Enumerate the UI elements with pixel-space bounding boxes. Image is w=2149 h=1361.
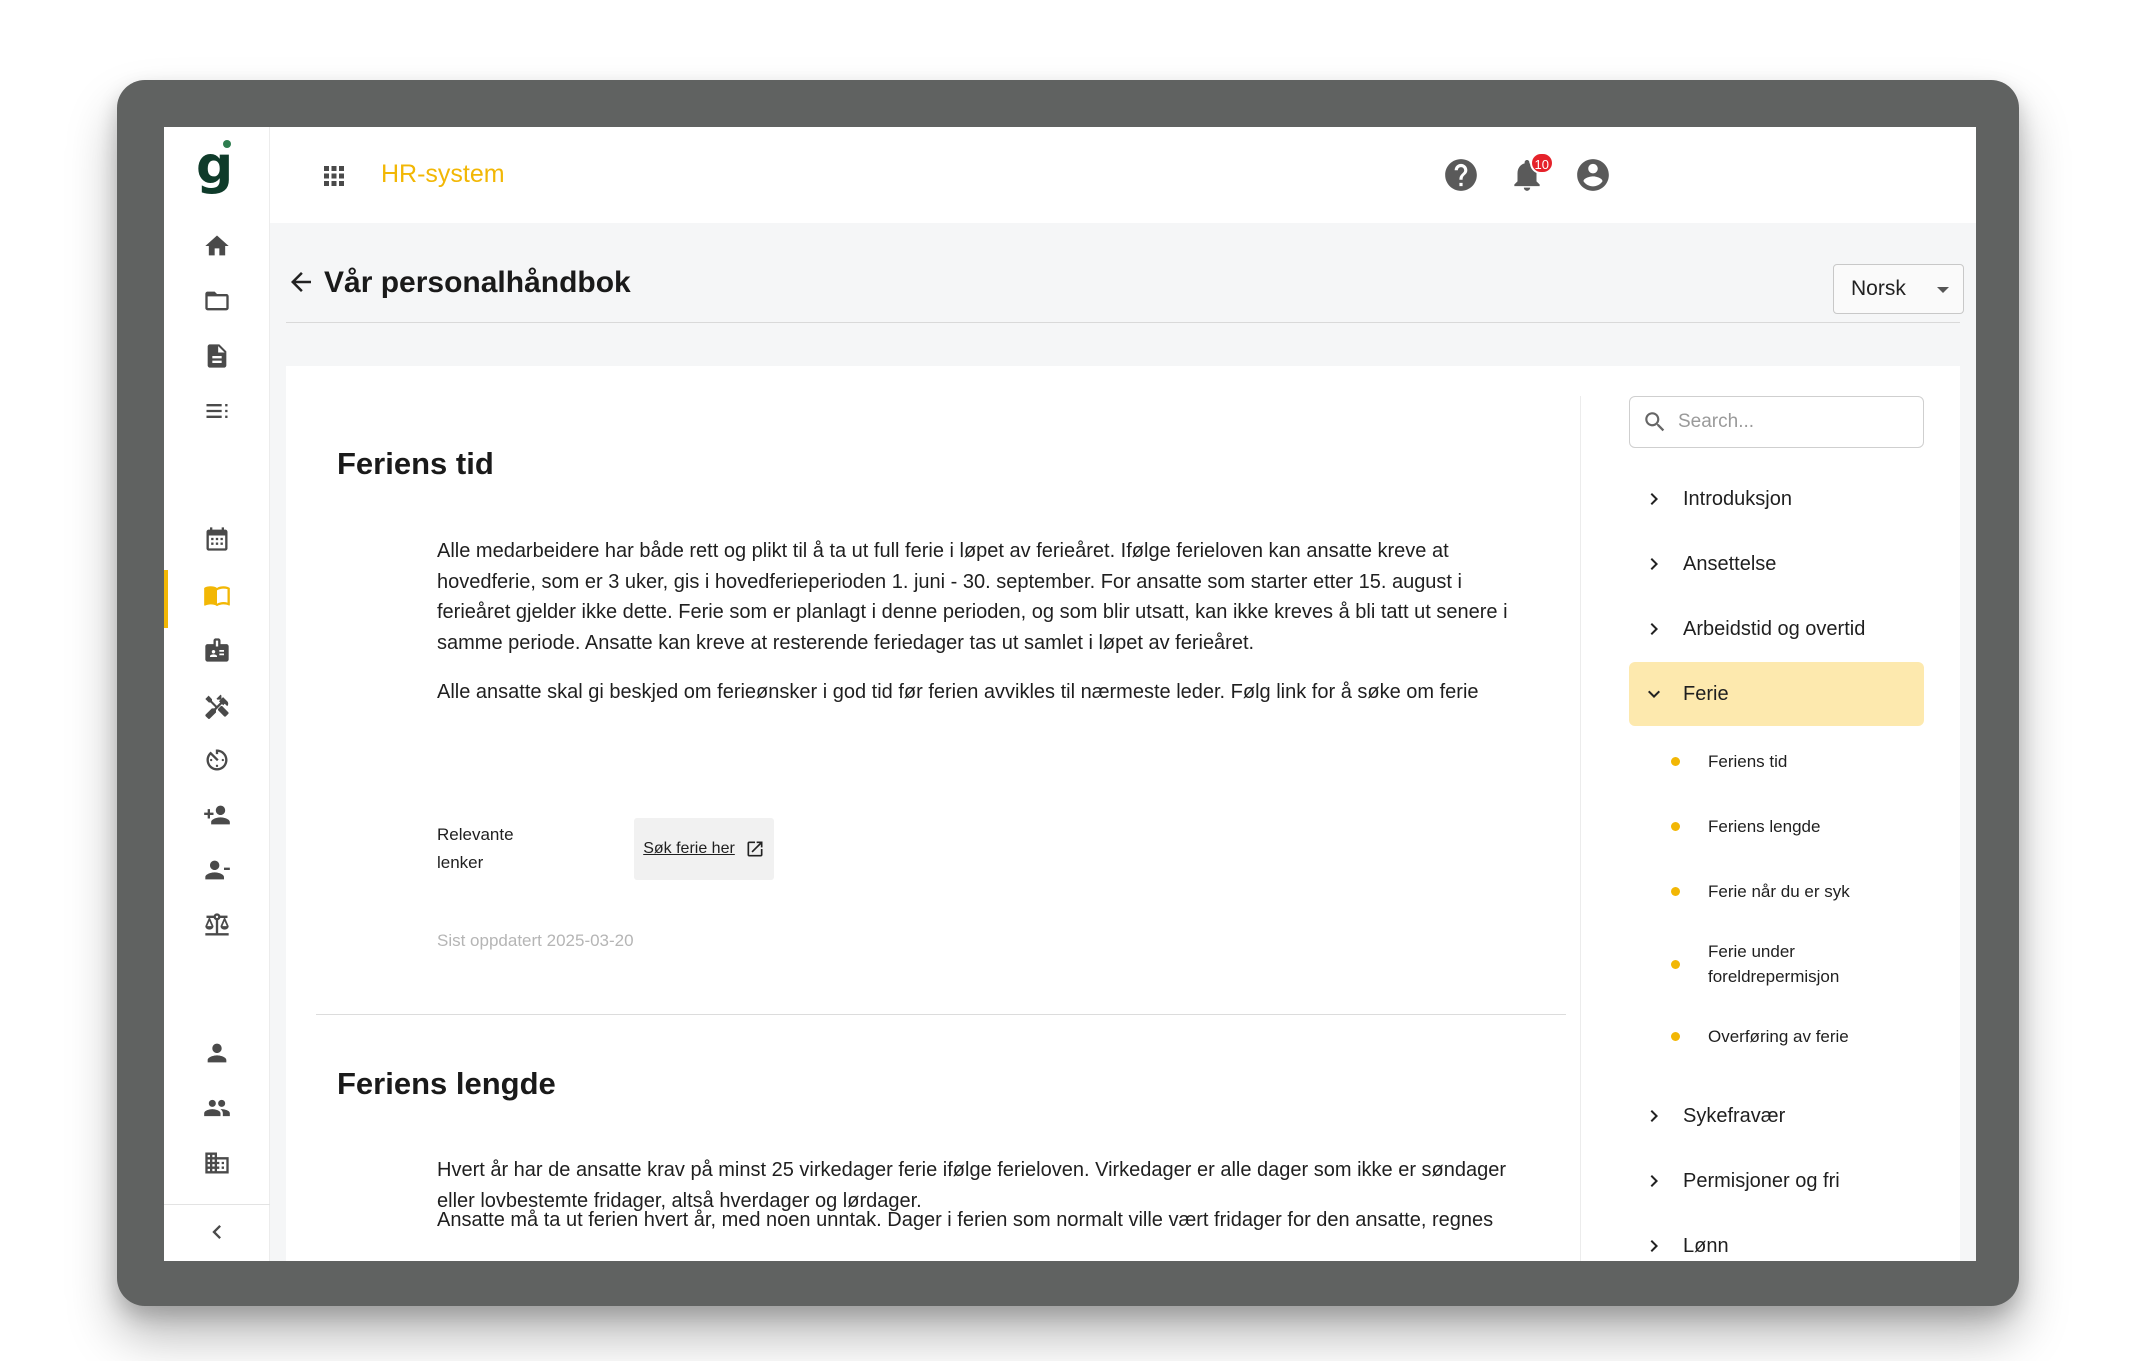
chevron-right-icon [1642,617,1666,641]
main-content: Vår personalhåndbok Norsk Feriens tid Al… [270,223,1976,1261]
toc-subitem-label: Ferie under foreldrepermisjon [1708,942,1840,986]
chevron-right-icon [1642,552,1666,576]
svg-text:g: g [196,139,233,196]
side-rail: g [164,127,270,1261]
toc-divider [1580,396,1581,1261]
home-icon[interactable] [200,229,234,263]
bullet-icon [1671,756,1680,766]
top-bar: HR-system 10 [270,127,1976,223]
chevron-right-icon [1642,1169,1666,1193]
chevron-down-icon [1642,682,1666,706]
building-icon[interactable] [200,1146,234,1180]
person-icon[interactable] [200,1036,234,1070]
chevron-right-icon [1642,1104,1666,1128]
collapse-icon[interactable] [200,1215,234,1249]
toc-item-introduksjon[interactable]: Introduksjon [1629,467,1924,531]
group-icon[interactable] [200,1091,234,1125]
table-of-contents: Introduksjon Ansettelse Arbeidstid og ov… [1629,366,1929,1261]
language-select[interactable]: Norsk [1833,264,1964,314]
rail-active-indicator [164,570,168,628]
toc-item-label: Lønn [1683,1234,1729,1257]
handbook-icon[interactable] [200,578,234,612]
search-icon [1645,412,1665,432]
calendar-icon[interactable] [200,522,234,556]
section-title: Feriens tid [337,446,494,481]
back-arrow-icon[interactable] [286,267,316,297]
handbook-card: Feriens tid Alle medarbeidere har både r… [286,366,1960,1261]
scale-icon[interactable] [200,908,234,942]
add-person-icon[interactable] [200,798,234,832]
section-title: Feriens lengde [337,1066,556,1101]
toc-subitem-ferie-syk[interactable]: Ferie når du er syk [1629,874,1924,908]
toc-item-label: Sykefravær [1683,1104,1786,1127]
bullet-icon [1671,959,1680,969]
toc-item-sykefravaer[interactable]: Sykefravær [1629,1084,1924,1148]
toc-item-lonn[interactable]: Lønn [1629,1214,1924,1261]
toc-item-label: Ferie [1683,682,1729,705]
chevron-right-icon [1642,487,1666,511]
toc-item-label: Arbeidstid og overtid [1683,617,1866,640]
toc-item-arbeidstid[interactable]: Arbeidstid og overtid [1629,597,1924,661]
timer-icon[interactable] [200,743,234,777]
toc-subitem-label: Feriens tid [1708,751,1788,771]
handbook-article[interactable]: Feriens tid Alle medarbeidere har både r… [286,366,1576,1261]
document-icon[interactable] [200,339,234,373]
toc-subitem-foreldrepermisjon[interactable]: Ferie under foreldrepermisjon [1629,936,1924,992]
toc-item-label: Permisjoner og fri [1683,1169,1840,1192]
bullet-icon [1671,886,1680,896]
toc-subitem-label: Overføring av ferie [1708,1026,1849,1046]
bullet-icon [1671,821,1680,831]
tools-icon[interactable] [200,688,234,722]
account-icon[interactable] [1574,156,1612,194]
page-header: Vår personalhåndbok Norsk [286,223,1964,323]
toc-item-ansettelse[interactable]: Ansettelse [1629,532,1924,596]
apply-vacation-link-label: Søk ferie her [643,840,735,857]
app-title[interactable]: HR-system [381,160,505,189]
last-updated: Sist oppdatert 2025-03-20 [437,931,634,950]
toc-item-label: Ansettelse [1683,552,1777,575]
app-logo[interactable]: g [194,136,240,199]
badge-icon[interactable] [200,633,234,667]
section-paragraph: Alle ansatte skal gi beskjed om ferieøns… [437,681,1479,703]
toc-item-ferie[interactable]: Ferie [1629,662,1924,726]
relevant-links-label: Relevante lenker [437,825,514,872]
help-icon[interactable] [1442,156,1480,194]
app-screen: g HR-system 10 Vår personalhåndbok Norsk… [164,127,1976,1261]
toc-subitem-feriens-lengde[interactable]: Feriens lengde [1629,809,1924,843]
toc-item-permisjoner[interactable]: Permisjoner og fri [1629,1149,1924,1213]
toc-subitem-overforing[interactable]: Overføring av ferie [1629,1019,1924,1053]
apply-vacation-link[interactable]: Søk ferie her [634,818,774,880]
notifications-icon[interactable]: 10 [1508,152,1554,194]
folder-icon[interactable] [200,284,234,318]
chevron-right-icon [1642,1234,1666,1258]
caret-down-icon [1937,287,1949,293]
page-title: Vår personalhåndbok [324,266,631,299]
search-input[interactable] [1678,411,1908,433]
toc-item-label: Introduksjon [1683,487,1792,510]
section-paragraph: Alle medarbeidere har både rett og plikt… [437,540,1508,654]
notification-badge: 10 [1529,152,1554,174]
remove-person-icon[interactable] [200,853,234,887]
toc-subitem-label: Feriens lengde [1708,816,1821,836]
bullet-icon [1671,1031,1680,1041]
toc-subitem-label: Ferie når du er syk [1708,881,1850,901]
apps-grid-icon[interactable] [319,161,349,191]
section-paragraph: Ansatte må ta ut ferien hvert år, med no… [437,1209,1494,1231]
section-divider [316,1014,1566,1015]
language-select-value: Norsk [1851,277,1906,300]
rail-divider [164,1204,270,1205]
external-link-icon [747,841,763,857]
list-icon[interactable] [200,394,234,428]
toc-search[interactable] [1629,396,1924,448]
toc-subitem-feriens-tid[interactable]: Feriens tid [1629,744,1924,778]
